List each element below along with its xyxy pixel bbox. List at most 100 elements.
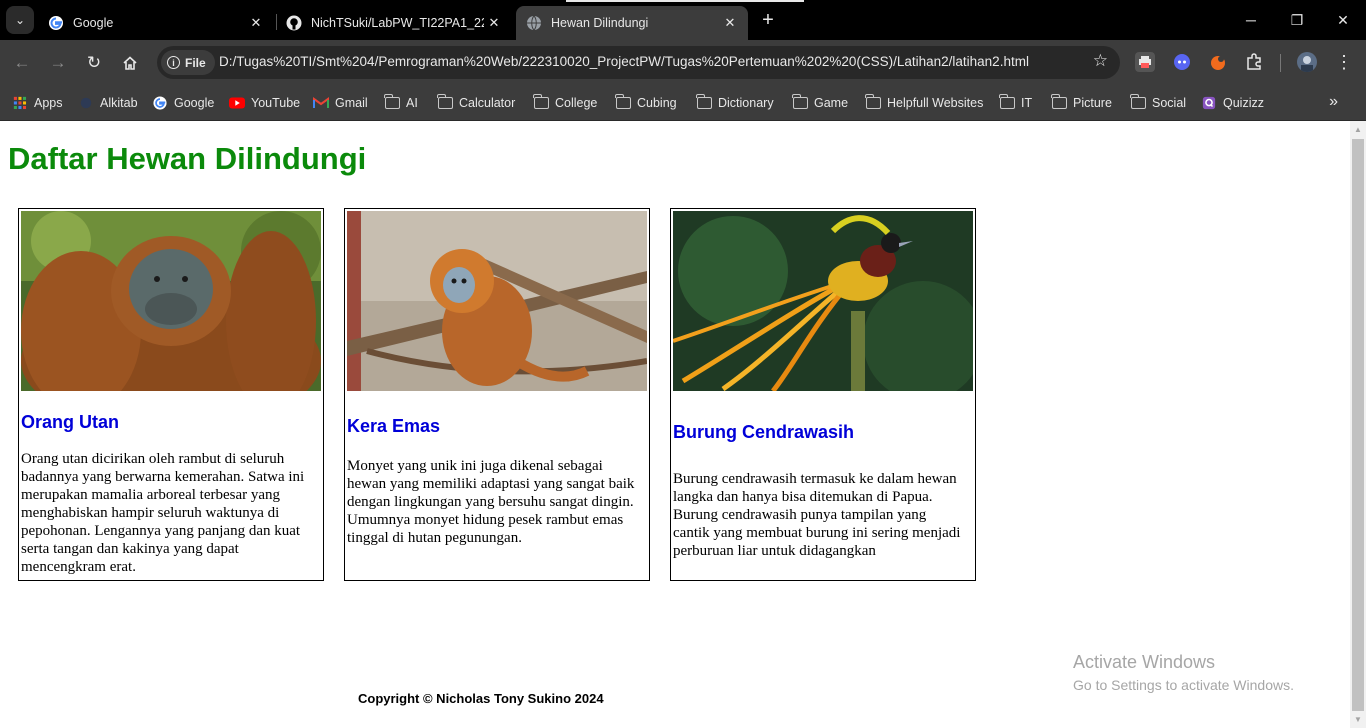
bookmark-folder-ai[interactable]: AI [384, 93, 418, 113]
scrollbar-thumb[interactable] [1352, 139, 1364, 711]
bookmark-quizizz[interactable]: Quizizz [1201, 93, 1264, 113]
golden-monkey-photo [347, 211, 647, 391]
bookmarks-bar: Apps Alkitab Google YouTube Gmail AI Cal… [0, 85, 1366, 121]
folder-icon [615, 94, 631, 109]
bookmark-gmail[interactable]: Gmail [313, 93, 368, 113]
browser-toolbar: ← → ↻ i File D:/Tugas%20TI/Smt%204/Pemro… [0, 40, 1366, 85]
minimize-icon: ─ [1246, 12, 1256, 28]
animal-name: Orang Utan [21, 412, 120, 432]
profile-avatar[interactable] [1297, 52, 1317, 72]
menu-button[interactable]: ⋮ [1334, 52, 1354, 72]
ember-icon [1211, 56, 1225, 70]
bookmark-youtube[interactable]: YouTube [229, 93, 300, 113]
plus-icon: + [762, 8, 774, 31]
reload-button[interactable]: ↻ [81, 50, 107, 76]
activate-windows-title: Activate Windows [1073, 652, 1216, 672]
extensions-button[interactable] [1244, 52, 1264, 72]
arrow-right-icon: → [49, 53, 67, 72]
extension-discord-icon[interactable] [1172, 52, 1192, 72]
scroll-down-arrow-icon[interactable]: ▼ [1354, 715, 1362, 724]
animal-description: Burung cendrawasih termasuk ke dalam hew… [673, 471, 961, 559]
bookmark-folder-dictionary[interactable]: Dictionary [696, 93, 774, 113]
address-bar[interactable]: i File D:/Tugas%20TI/Smt%204/Pemrograman… [157, 46, 1120, 79]
window-close-button[interactable]: ✕ [1320, 0, 1366, 40]
bookmark-folder-college[interactable]: College [533, 93, 597, 113]
url-text[interactable]: D:/Tugas%20TI/Smt%204/Pemrograman%20Web/… [219, 54, 1029, 69]
bookmark-folder-it[interactable]: IT [999, 93, 1033, 113]
extension-orange-icon[interactable] [1208, 52, 1228, 72]
tab-search-button[interactable]: ⌄ [6, 6, 34, 34]
bookmark-folder-helpfull-websites[interactable]: Helpfull Websites [865, 93, 983, 113]
bookmark-folder-cubing[interactable]: Cubing [615, 93, 677, 113]
page-title: Daftar Hewan Dilindungi [8, 141, 367, 176]
bookmark-label: Dictionary [718, 96, 774, 110]
bookmark-label: Quizizz [1223, 96, 1264, 110]
tab-strip: ⌄ Google ✕ NichTSuki/LabPW_TI22PA1_2223 … [0, 0, 1366, 40]
quizizz-icon [1202, 96, 1216, 110]
bookmark-label: AI [406, 96, 418, 110]
animal-card-orang-utan: Orang Utan Orang utan dicirikan oleh ram… [18, 208, 324, 581]
restore-button[interactable]: ❐ [1274, 0, 1320, 40]
folder-icon [865, 94, 881, 109]
printer-icon [1139, 56, 1151, 68]
google-icon [153, 96, 167, 110]
tab-title: Hewan Dilindungi [551, 16, 649, 30]
animal-description: Monyet yang unik ini juga dikenal sebaga… [347, 458, 635, 546]
folder-icon [1130, 94, 1146, 109]
close-icon[interactable]: ✕ [720, 15, 740, 31]
puzzle-icon [1247, 53, 1261, 70]
forward-button[interactable]: → [45, 50, 71, 76]
extension-cast-icon[interactable] [1135, 52, 1155, 72]
scroll-up-arrow-icon[interactable]: ▲ [1354, 125, 1362, 134]
back-button[interactable]: ← [9, 50, 35, 76]
folder-icon [437, 94, 453, 109]
bookmark-label: Picture [1073, 96, 1112, 110]
activate-windows-watermark: Activate Windows Go to Settings to activ… [1073, 652, 1294, 693]
bookmark-label: Calculator [459, 96, 516, 110]
google-icon [49, 16, 63, 30]
folder-icon [792, 94, 808, 109]
github-icon [286, 15, 302, 31]
tab-hewan-dilindungi[interactable]: Hewan Dilindungi ✕ [516, 6, 748, 40]
folder-icon [533, 94, 549, 109]
bookmark-label: Apps [34, 96, 63, 110]
toolbar-separator [1280, 54, 1281, 72]
close-icon: ✕ [1337, 11, 1349, 28]
animal-name: Kera Emas [347, 416, 441, 436]
bookmark-label: Cubing [637, 96, 677, 110]
tab-github[interactable]: NichTSuki/LabPW_TI22PA1_2223 ✕ [276, 6, 512, 40]
reload-icon: ↻ [86, 53, 102, 72]
page-viewport: Daftar Hewan Dilindungi Orang Utan Orang… [0, 121, 1350, 728]
info-icon: i [167, 56, 180, 69]
bookmark-label: Alkitab [100, 96, 138, 110]
restore-icon: ❐ [1290, 11, 1304, 28]
bookmark-folder-picture[interactable]: Picture [1051, 93, 1112, 113]
bookmark-apps[interactable]: Apps [12, 93, 63, 113]
animal-card-kera-emas: Kera Emas Monyet yang unik ini juga dike… [344, 208, 650, 581]
site-info-chip[interactable]: i File [161, 50, 215, 75]
folder-icon [1051, 94, 1067, 109]
tab-strip-accent [566, 0, 804, 2]
bookmark-label: Google [174, 96, 215, 110]
bookmark-folder-game[interactable]: Game [792, 93, 849, 113]
bookmark-folder-social[interactable]: Social [1130, 93, 1186, 113]
bird-of-paradise-photo [673, 211, 973, 391]
tab-google[interactable]: Google ✕ [38, 6, 274, 40]
bookmark-alkitab[interactable]: Alkitab [78, 93, 138, 113]
bookmark-label: Game [814, 96, 849, 110]
new-tab-button[interactable]: + [756, 8, 780, 32]
bookmarks-overflow-button[interactable]: » [1329, 93, 1338, 111]
animal-name: Burung Cendrawasih [673, 422, 855, 442]
bookmark-folder-calculator[interactable]: Calculator [437, 93, 516, 113]
close-icon[interactable]: ✕ [484, 15, 504, 31]
page-scrollbar[interactable]: ▲ ▼ [1350, 121, 1366, 728]
folder-icon [384, 94, 400, 109]
bookmark-label: IT [1021, 96, 1033, 110]
bookmark-google[interactable]: Google [152, 93, 214, 113]
close-icon[interactable]: ✕ [246, 15, 266, 31]
star-icon[interactable]: ☆ [1093, 51, 1108, 71]
home-button[interactable] [117, 50, 143, 76]
gmail-icon [313, 97, 329, 108]
animal-card-burung-cendrawasih: Burung Cendrawasih Burung cendrawasih te… [670, 208, 976, 581]
minimize-button[interactable]: ─ [1228, 0, 1274, 40]
